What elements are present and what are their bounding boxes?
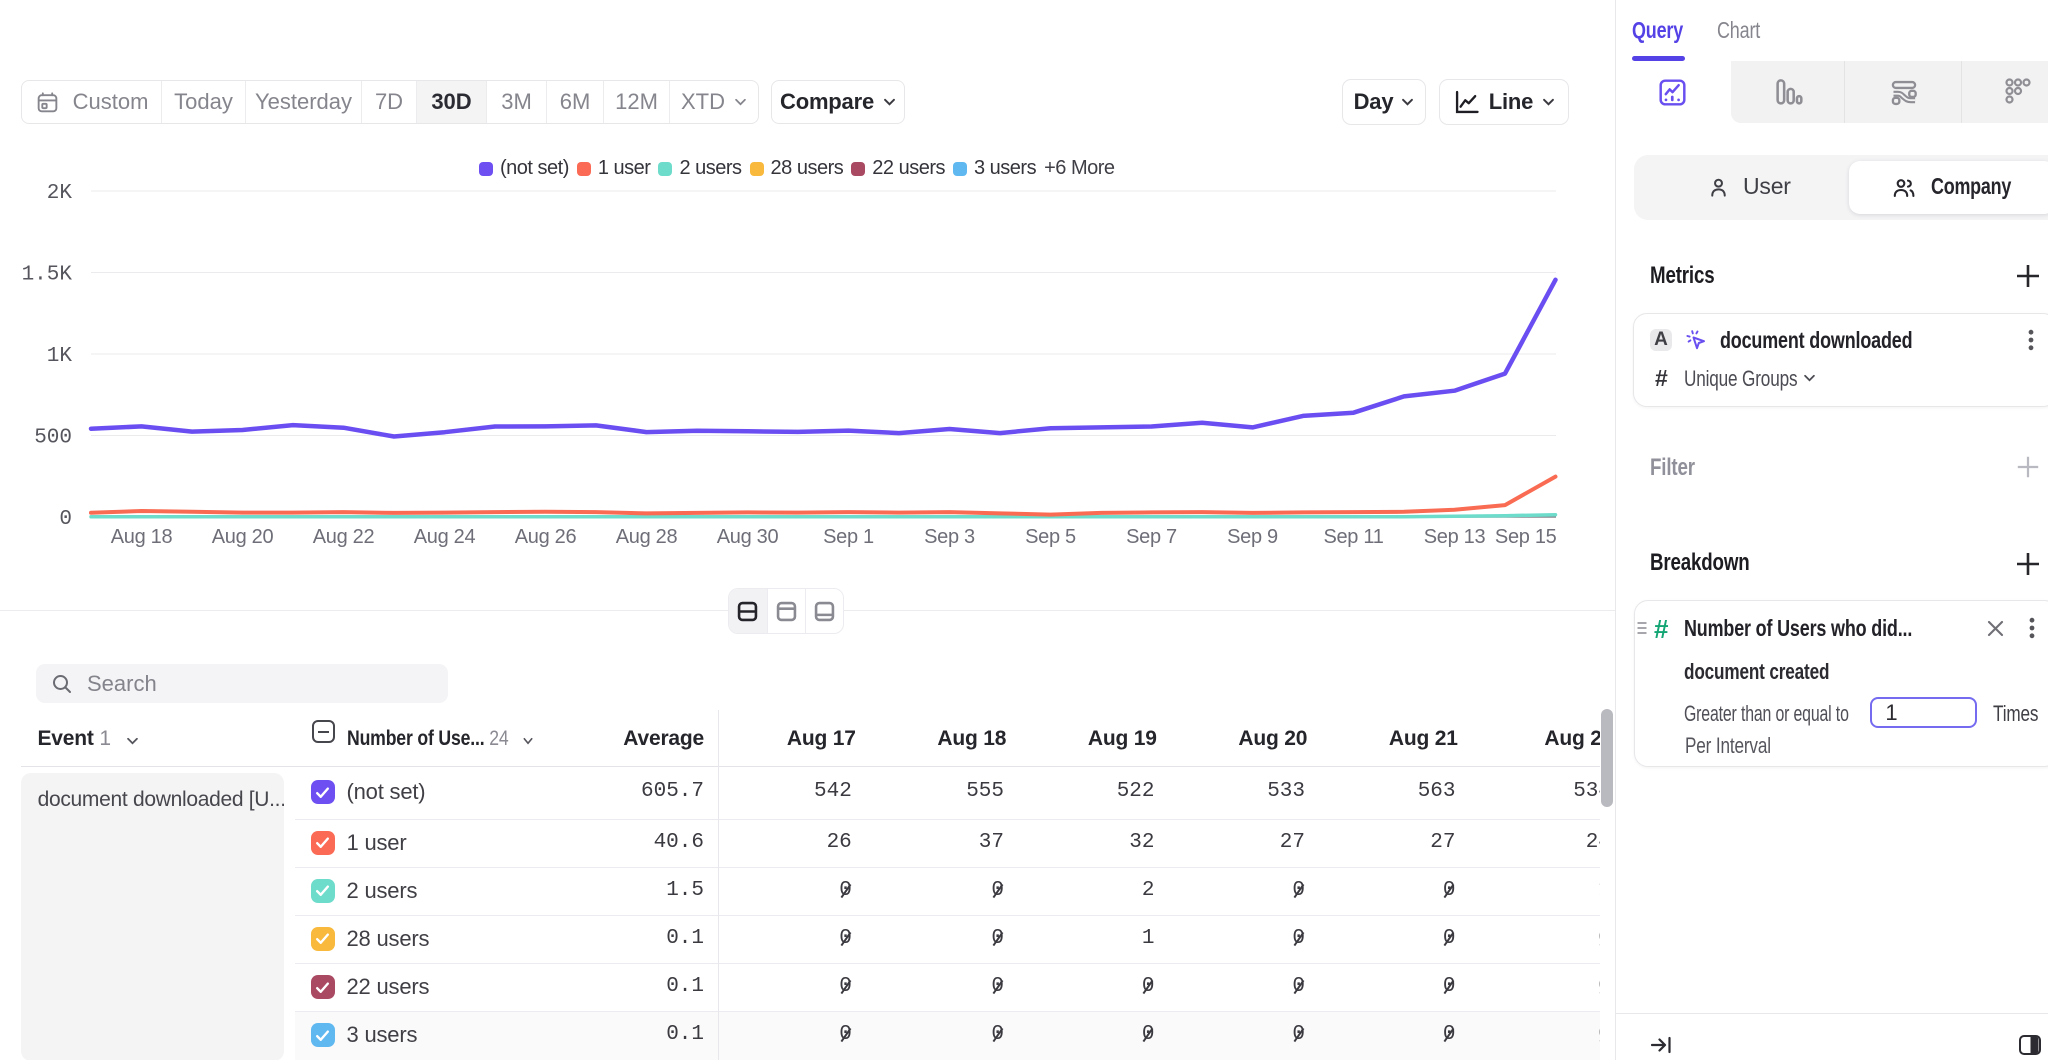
svg-text:1K: 1K (47, 345, 73, 368)
svg-text:Sep 1: Sep 1 (823, 526, 874, 548)
svg-text:2K: 2K (47, 182, 73, 205)
svg-text:Aug 22: Aug 22 (313, 526, 375, 548)
svg-text:1.5K: 1.5K (22, 264, 73, 287)
svg-text:Sep 3: Sep 3 (924, 526, 975, 548)
svg-text:Aug 26: Aug 26 (515, 526, 577, 548)
svg-text:Sep 15: Sep 15 (1495, 526, 1557, 548)
svg-text:0: 0 (59, 508, 72, 531)
svg-text:Sep 5: Sep 5 (1025, 526, 1076, 548)
svg-text:Sep 9: Sep 9 (1227, 526, 1278, 548)
svg-text:Aug 28: Aug 28 (616, 526, 678, 548)
svg-text:Sep 7: Sep 7 (1126, 526, 1177, 548)
svg-text:Sep 11: Sep 11 (1323, 526, 1383, 548)
svg-text:Aug 30: Aug 30 (717, 526, 779, 548)
svg-text:Aug 18: Aug 18 (111, 526, 173, 548)
svg-text:500: 500 (34, 427, 72, 450)
svg-text:Aug 24: Aug 24 (414, 526, 476, 548)
svg-text:Sep 13: Sep 13 (1424, 526, 1486, 548)
svg-text:Aug 20: Aug 20 (212, 526, 274, 548)
